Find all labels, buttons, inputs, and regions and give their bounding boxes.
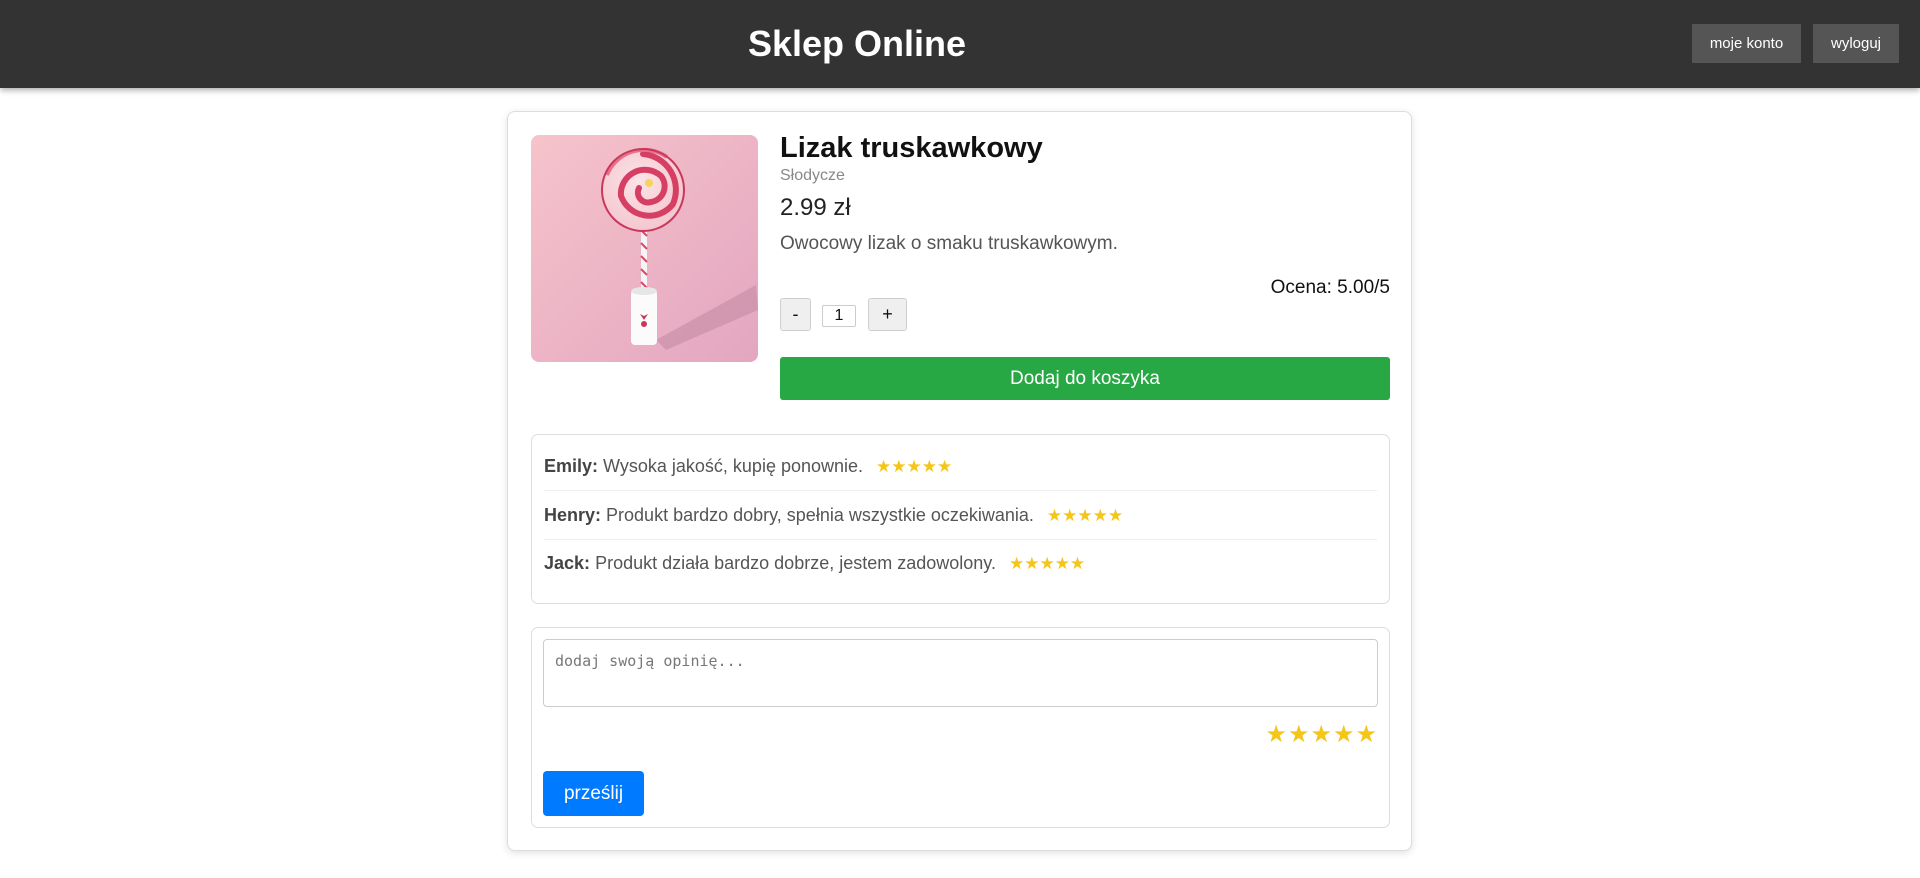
product-name: Lizak truskawkowy: [780, 132, 1043, 164]
product-category: Słodycze: [780, 167, 845, 184]
add-to-cart-button[interactable]: Dodaj do koszyka: [780, 357, 1390, 400]
product-description: Owocowy lizak o smaku truskawkowym.: [780, 233, 1118, 254]
review-stars: ★★★★★: [1008, 554, 1086, 573]
reviews-list: Emily: Wysoka jakość, kupię ponownie. ★★…: [531, 434, 1390, 604]
review-text: Wysoka jakość, kupię ponownie.: [603, 456, 864, 476]
product-image: [531, 135, 758, 362]
review-item: Jack: Produkt działa bardzo dobrze, jest…: [544, 539, 1377, 587]
quantity-input[interactable]: 1: [822, 305, 856, 327]
review-text: Produkt działa bardzo dobrze, jestem zad…: [595, 553, 996, 573]
review-item: Emily: Wysoka jakość, kupię ponownie. ★★…: [544, 442, 1377, 491]
product-rating: Ocena: 5.00/5: [1270, 277, 1390, 298]
review-item: Henry: Produkt bardzo dobry, spełnia wsz…: [544, 491, 1377, 540]
my-account-button[interactable]: moje konto: [1692, 24, 1801, 63]
quantity-decrease-button[interactable]: -: [780, 298, 811, 331]
review-author: Henry:: [544, 505, 602, 525]
product-price: 2.99 zł: [780, 194, 851, 221]
site-title: Sklep Online: [747, 23, 967, 64]
review-author: Jack:: [544, 553, 591, 573]
review-textarea[interactable]: [543, 639, 1378, 707]
review-stars: ★★★★★: [1046, 506, 1124, 525]
top-navbar: Sklep Online moje konto wyloguj: [0, 0, 1920, 88]
logout-button[interactable]: wyloguj: [1813, 24, 1899, 63]
review-author: Emily:: [544, 456, 599, 476]
rating-star-selector[interactable]: ★★★★★: [1265, 720, 1378, 749]
review-text: Produkt bardzo dobry, spełnia wszystkie …: [606, 505, 1034, 525]
review-stars: ★★★★★: [876, 457, 953, 476]
submit-review-button[interactable]: prześlij: [543, 771, 644, 816]
quantity-increase-button[interactable]: +: [868, 298, 907, 331]
